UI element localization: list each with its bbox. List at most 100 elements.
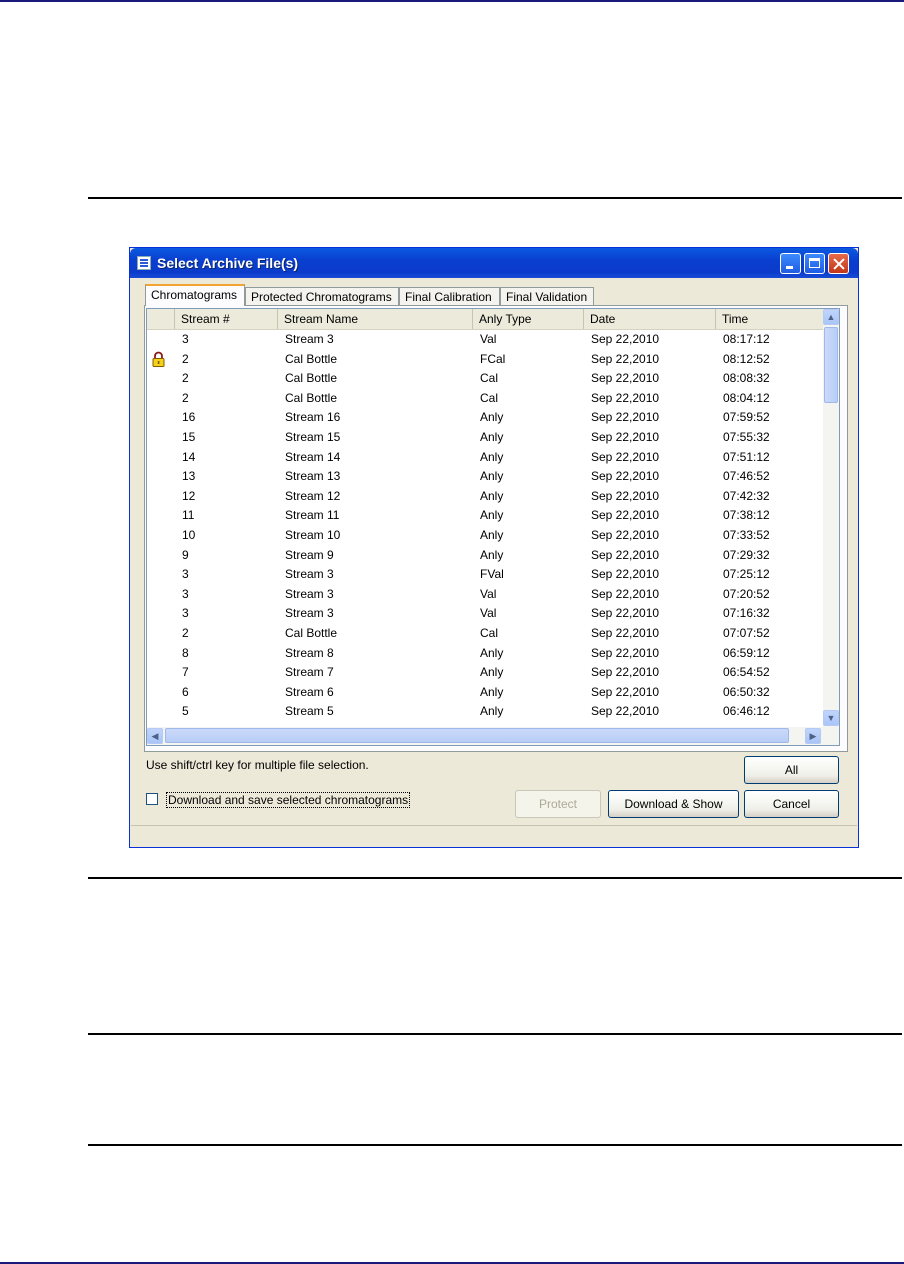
scroll-right-button[interactable]: ▶	[805, 728, 821, 744]
horizontal-scrollbar[interactable]: ◀ ▶	[147, 727, 839, 745]
vertical-scrollbar[interactable]: ▲ ▼	[823, 309, 839, 727]
list-item[interactable]: 13 Stream 13 Anly Sep 22,2010 07:46:52	[147, 466, 823, 486]
cell-stream: 3	[182, 586, 189, 601]
cell-type: Anly	[480, 469, 504, 484]
list-item[interactable]: 11 Stream 11 Anly Sep 22,2010 07:38:12	[147, 505, 823, 525]
cell-name: Stream 14	[285, 449, 341, 464]
download-save-label[interactable]: Download and save selected chromatograms	[166, 792, 411, 808]
list-item[interactable]: 8 Stream 8 Anly Sep 22,2010 06:59:12	[147, 643, 823, 663]
list-item[interactable]: 5 Stream 5 Anly Sep 22,2010 06:46:12	[147, 701, 823, 721]
horizontal-scroll-thumb[interactable]	[165, 728, 789, 743]
cell-name: Stream 12	[285, 488, 341, 503]
scroll-up-button[interactable]: ▲	[823, 309, 839, 325]
cell-type: FVal	[480, 567, 504, 582]
list-item[interactable]: 3 Stream 3 Val Sep 22,2010 07:16:32	[147, 603, 823, 623]
list-item[interactable]: 9 Stream 9 Anly Sep 22,2010 07:29:32	[147, 545, 823, 565]
archive-file-list[interactable]: Stream # Stream Name Anly Type Date Time…	[146, 308, 840, 746]
tab-protected-chromatograms[interactable]: Protected Chromatograms	[245, 287, 399, 305]
cell-date: Sep 22,2010	[591, 469, 660, 484]
protect-button[interactable]: Protect	[515, 790, 601, 818]
section-rule	[88, 1144, 902, 1146]
cell-time: 07:59:52	[723, 410, 770, 425]
cell-date: Sep 22,2010	[591, 547, 660, 562]
list-item[interactable]: 2 Cal Bottle Cal Sep 22,2010 07:07:52	[147, 623, 823, 643]
title-bar[interactable]: Select Archive File(s)	[130, 248, 858, 278]
cell-name: Stream 3	[285, 606, 334, 621]
cell-name: Stream 10	[285, 528, 341, 542]
cell-date: Sep 22,2010	[591, 410, 660, 425]
cell-time: 07:16:32	[723, 606, 770, 621]
cell-name: Stream 6	[285, 684, 334, 699]
cell-stream: 15	[182, 430, 196, 444]
column-header-time[interactable]: Time	[716, 309, 823, 329]
close-button[interactable]	[828, 253, 849, 274]
vertical-scroll-thumb[interactable]	[824, 327, 838, 403]
cell-stream: 12	[182, 488, 196, 503]
cell-date: Sep 22,2010	[591, 645, 660, 660]
cell-name: Stream 9	[285, 547, 334, 562]
cell-date: Sep 22,2010	[591, 508, 660, 523]
cell-time: 07:07:52	[723, 626, 770, 640]
column-header-lock[interactable]	[147, 309, 175, 329]
cell-stream: 2	[182, 626, 189, 640]
cell-time: 08:17:12	[723, 332, 770, 346]
cell-name: Stream 3	[285, 586, 334, 601]
minimize-button[interactable]	[780, 253, 801, 274]
maximize-button[interactable]	[804, 253, 825, 274]
tab-final-calibration[interactable]: Final Calibration	[399, 287, 500, 305]
cell-time: 07:29:32	[723, 547, 770, 562]
cell-stream: 3	[182, 606, 189, 621]
cell-name: Stream 3	[285, 567, 334, 582]
column-header-anly-type[interactable]: Anly Type	[473, 309, 584, 329]
column-header-stream-number[interactable]: Stream #	[175, 309, 278, 329]
cell-stream: 3	[182, 567, 189, 582]
cell-date: Sep 22,2010	[591, 371, 660, 386]
cell-stream: 2	[182, 390, 189, 405]
list-item[interactable]: 14 Stream 14 Anly Sep 22,2010 07:51:12	[147, 447, 823, 467]
cell-time: 06:59:12	[723, 645, 770, 660]
tab-chromatograms[interactable]: Chromatograms	[145, 284, 245, 306]
list-item[interactable]: 2 Cal Bottle Cal Sep 22,2010 08:04:12	[147, 388, 823, 408]
scroll-left-button[interactable]: ◀	[147, 728, 163, 744]
list-rows: 3 Stream 3 Val Sep 22,2010 08:17:12 2 Cal Bott…	[147, 329, 823, 727]
cell-type: Cal	[480, 626, 499, 640]
cell-type: Val	[480, 606, 497, 621]
scroll-down-button[interactable]: ▼	[823, 710, 839, 726]
download-save-checkbox[interactable]	[146, 793, 158, 805]
cell-name: Stream 5	[285, 704, 334, 719]
cell-date: Sep 22,2010	[591, 704, 660, 719]
cell-time: 08:12:52	[723, 351, 770, 366]
list-item[interactable]: 2 Cal Bottle Cal Sep 22,2010 08:08:32	[147, 368, 823, 388]
cell-date: Sep 22,2010	[591, 626, 660, 640]
cell-date: Sep 22,2010	[591, 351, 660, 366]
column-header-date[interactable]: Date	[584, 309, 716, 329]
cell-date: Sep 22,2010	[591, 390, 660, 405]
cell-stream: 6	[182, 684, 189, 699]
cell-time: 07:42:32	[723, 488, 770, 503]
cell-date: Sep 22,2010	[591, 606, 660, 621]
cell-name: Cal Bottle	[285, 390, 338, 405]
list-header: Stream # Stream Name Anly Type Date Time	[147, 309, 823, 330]
cancel-button[interactable]: Cancel	[744, 790, 839, 818]
list-item[interactable]: 12 Stream 12 Anly Sep 22,2010 07:42:32	[147, 486, 823, 506]
list-item[interactable]: 3 Stream 3 Val Sep 22,2010 08:17:12	[147, 329, 823, 349]
cell-date: Sep 22,2010	[591, 665, 660, 680]
list-item[interactable]: 3 Stream 3 FVal Sep 22,2010 07:25:12	[147, 564, 823, 584]
tab-final-validation[interactable]: Final Validation	[500, 287, 594, 305]
list-item[interactable]: 2 Cal Bottle FCal Sep 22,2010 08:12:52	[147, 349, 823, 369]
cell-name: Stream 7	[285, 665, 334, 680]
list-item[interactable]: 3 Stream 3 Val Sep 22,2010 07:20:52	[147, 584, 823, 604]
all-button[interactable]: All	[744, 756, 839, 784]
cell-name: Cal Bottle	[285, 351, 338, 366]
column-header-stream-name[interactable]: Stream Name	[278, 309, 473, 329]
section-rule	[88, 197, 902, 199]
list-item[interactable]: 7 Stream 7 Anly Sep 22,2010 06:54:52	[147, 662, 823, 682]
window-app-icon	[137, 256, 151, 270]
list-item[interactable]: 16 Stream 16 Anly Sep 22,2010 07:59:52	[147, 407, 823, 427]
list-item[interactable]: 15 Stream 15 Anly Sep 22,2010 07:55:32	[147, 427, 823, 447]
cell-type: Cal	[480, 371, 499, 386]
list-item[interactable]: 6 Stream 6 Anly Sep 22,2010 06:50:32	[147, 682, 823, 702]
cell-time: 07:46:52	[723, 469, 770, 484]
list-item[interactable]: 10 Stream 10 Anly Sep 22,2010 07:33:52	[147, 525, 823, 545]
download-and-show-button[interactable]: Download & Show	[608, 790, 739, 818]
